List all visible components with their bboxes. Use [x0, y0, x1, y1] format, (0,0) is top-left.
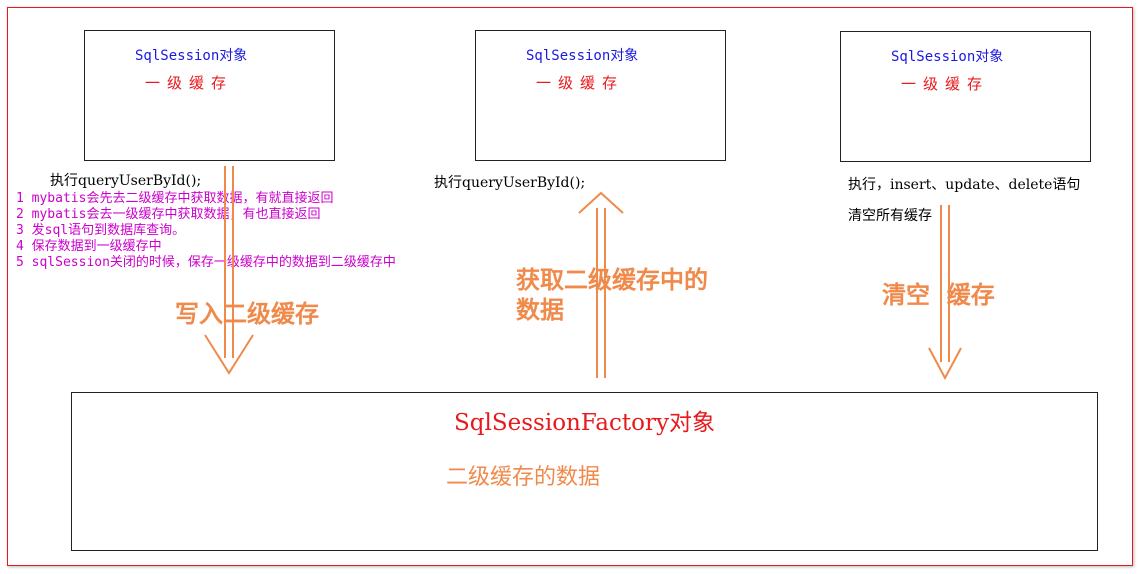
- get-label-line1: 获取二级缓存中的: [516, 266, 708, 294]
- get-label-line2: 数据: [516, 296, 564, 324]
- write-second-level-cache-label: 写入二级缓存: [175, 300, 319, 328]
- sqlsessionfactory-box: SqlSessionFactory对象 二级缓存的数据: [71, 392, 1098, 551]
- sqlsessionfactory-title: SqlSessionFactory对象: [454, 410, 715, 436]
- get-second-level-cache-label: 获取二级缓存中的 数据: [516, 265, 708, 325]
- write-down-arrow: [204, 166, 254, 375]
- clear-cache-label: 清空 缓存: [882, 281, 995, 309]
- second-level-cache-data-label: 二级缓存的数据: [446, 465, 601, 490]
